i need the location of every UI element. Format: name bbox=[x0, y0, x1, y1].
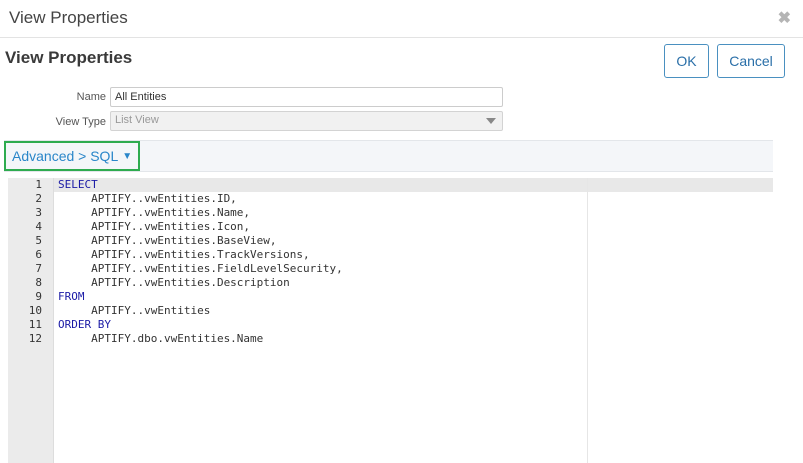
line-number: 10 bbox=[28, 304, 42, 317]
code-line: 8 APTIFY..vwEntities.Description bbox=[8, 276, 773, 290]
code-text: APTIFY..vwEntities.Name, bbox=[58, 206, 251, 219]
code-line: 11 ORDER BY bbox=[8, 318, 773, 332]
line-number: 12 bbox=[28, 332, 42, 345]
code-lines: 1 SELECT 2 APTIFY..vwEntities.ID, 3 APTIFY.… bbox=[8, 178, 773, 346]
code-line: 1 SELECT bbox=[8, 178, 773, 192]
view-type-select[interactable]: List View bbox=[110, 111, 503, 131]
line-number: 4 bbox=[35, 220, 42, 233]
code-line: 12 APTIFY.dbo.vwEntities.Name bbox=[8, 332, 773, 346]
code-text: APTIFY..vwEntities bbox=[58, 304, 211, 317]
name-field[interactable] bbox=[110, 87, 503, 107]
line-number: 8 bbox=[35, 276, 42, 289]
line-number: 7 bbox=[35, 262, 42, 275]
line-number: 2 bbox=[35, 192, 42, 205]
code-line: 7 APTIFY..vwEntities.FieldLevelSecurity, bbox=[8, 262, 773, 276]
code-text: APTIFY..vwEntities.Description bbox=[58, 276, 290, 289]
code-text: APTIFY..vwEntities.ID, bbox=[58, 192, 237, 205]
dialog-titlebar: View Properties ✖ bbox=[0, 0, 803, 38]
cancel-button[interactable]: Cancel bbox=[717, 44, 785, 78]
code-line: 4 APTIFY..vwEntities.Icon, bbox=[8, 220, 773, 234]
code-text: APTIFY..vwEntities.BaseView, bbox=[58, 234, 277, 247]
page-title: View Properties bbox=[5, 48, 133, 67]
code-line: 6 APTIFY..vwEntities.TrackVersions, bbox=[8, 248, 773, 262]
code-text: SELECT bbox=[58, 178, 98, 191]
code-line: 5 APTIFY..vwEntities.BaseView, bbox=[8, 234, 773, 248]
code-text: APTIFY..vwEntities.FieldLevelSecurity, bbox=[58, 262, 343, 275]
line-number: 6 bbox=[35, 248, 42, 261]
code-text: FROM bbox=[58, 290, 85, 303]
name-label: Name bbox=[76, 91, 106, 103]
line-number: 9 bbox=[35, 290, 42, 303]
line-number: 3 bbox=[35, 206, 42, 219]
code-line: 10 APTIFY..vwEntities bbox=[8, 304, 773, 318]
line-number: 11 bbox=[28, 318, 42, 331]
code-text: APTIFY.dbo.vwEntities.Name bbox=[58, 332, 264, 345]
line-number: 5 bbox=[35, 234, 42, 247]
code-text: APTIFY..vwEntities.Icon, bbox=[58, 220, 251, 233]
code-line: 9 FROM bbox=[8, 290, 773, 304]
advanced-sql-toggle[interactable]: Advanced > SQL ▼ bbox=[4, 141, 140, 171]
code-line: 3 APTIFY..vwEntities.Name, bbox=[8, 206, 773, 220]
close-icon[interactable]: ✖ bbox=[778, 10, 791, 28]
view-type-value: List View bbox=[115, 114, 159, 126]
code-text: APTIFY..vwEntities.TrackVersions, bbox=[58, 248, 310, 261]
dialog-title: View Properties bbox=[9, 8, 128, 27]
line-number: 1 bbox=[35, 178, 42, 191]
code-text: ORDER BY bbox=[58, 318, 111, 331]
chevron-down-icon bbox=[486, 118, 496, 124]
code-line: 2 APTIFY..vwEntities.ID, bbox=[8, 192, 773, 206]
sql-editor[interactable]: 1 SELECT 2 APTIFY..vwEntities.ID, 3 APTIFY.… bbox=[8, 178, 773, 463]
caret-down-icon: ▼ bbox=[122, 150, 133, 162]
ok-button[interactable]: OK bbox=[664, 44, 709, 78]
advanced-sql-label: Advanced > SQL bbox=[12, 148, 119, 164]
view-type-label: View Type bbox=[55, 116, 106, 128]
